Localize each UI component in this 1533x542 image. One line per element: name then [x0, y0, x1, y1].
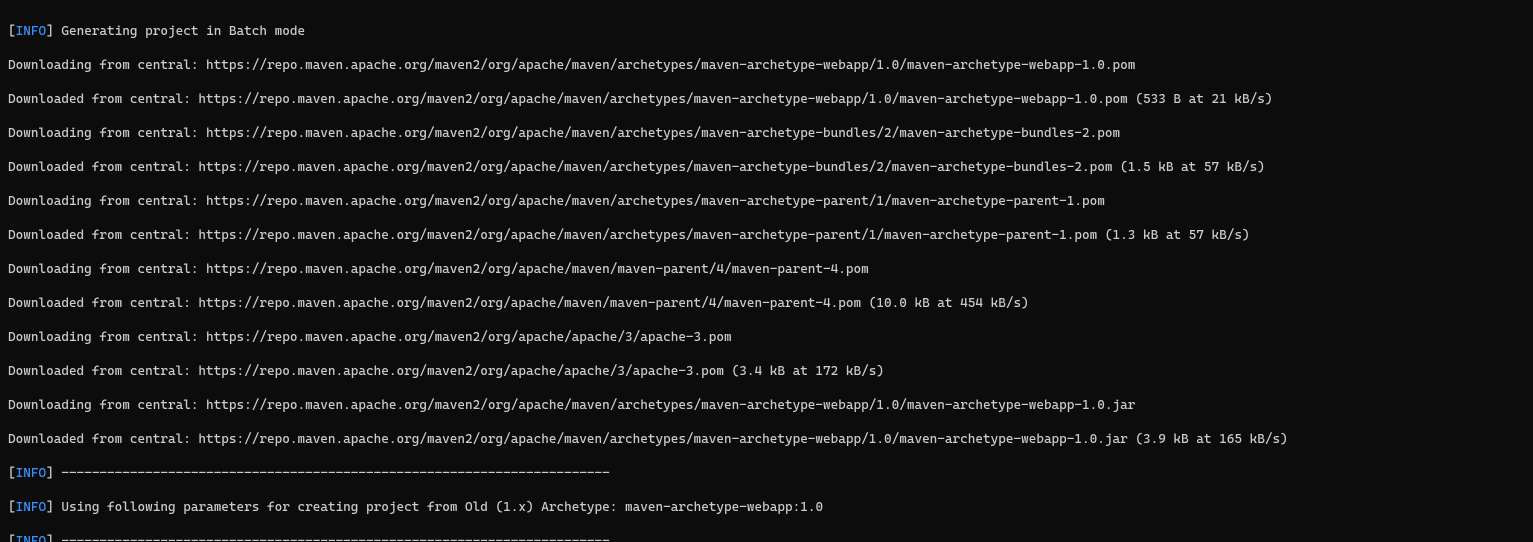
log-line: Downloading from central: https://repo.m…: [8, 261, 1525, 278]
log-line: Downloaded from central: https://repo.ma…: [8, 91, 1525, 108]
log-line: Downloading from central: https://repo.m…: [8, 193, 1525, 210]
log-line: Downloading from central: https://repo.m…: [8, 125, 1525, 142]
log-line: Downloading from central: https://repo.m…: [8, 57, 1525, 74]
terminal-output[interactable]: [INFO] Generating project in Batch mode …: [0, 0, 1533, 542]
log-line: Downloaded from central: https://repo.ma…: [8, 363, 1525, 380]
log-line: Downloading from central: https://repo.m…: [8, 329, 1525, 346]
log-line: Downloaded from central: https://repo.ma…: [8, 431, 1525, 448]
log-line: [INFO] Generating project in Batch mode: [8, 23, 1525, 40]
log-line: Downloaded from central: https://repo.ma…: [8, 295, 1525, 312]
log-line: Downloading from central: https://repo.m…: [8, 397, 1525, 414]
log-line: [INFO] ---------------------------------…: [8, 465, 1525, 482]
log-line: Downloaded from central: https://repo.ma…: [8, 159, 1525, 176]
log-line: [INFO] ---------------------------------…: [8, 533, 1525, 542]
log-line: Downloaded from central: https://repo.ma…: [8, 227, 1525, 244]
log-line: [INFO] Using following parameters for cr…: [8, 499, 1525, 516]
